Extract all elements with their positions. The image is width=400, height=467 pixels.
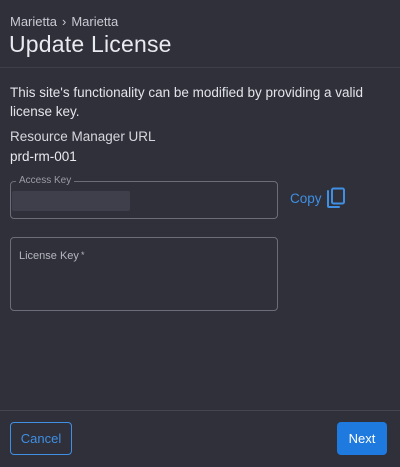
- page-title: Update License: [9, 31, 172, 57]
- breadcrumb-item-site[interactable]: Marietta: [10, 14, 57, 29]
- resource-manager-value: prd-rm-001: [10, 149, 77, 164]
- access-key-label: Access Key: [16, 175, 75, 186]
- copy-button-label: Copy: [290, 190, 322, 206]
- copy-icon: [326, 187, 345, 208]
- copy-button[interactable]: Copy: [290, 187, 346, 209]
- access-key-value-redacted: [12, 191, 130, 211]
- breadcrumb: Marietta › Marietta: [10, 14, 118, 29]
- footer-divider: [0, 410, 400, 411]
- license-key-label: License Key *: [19, 250, 84, 262]
- license-key-label-text: License Key: [19, 250, 79, 262]
- breadcrumb-item-current: Marietta: [71, 14, 119, 29]
- page-description: This site's functionality can be modifie…: [10, 85, 364, 119]
- title-divider: [0, 67, 400, 68]
- update-license-panel: Marietta › Marietta Update License This …: [0, 0, 400, 467]
- required-marker: *: [80, 250, 85, 260]
- cancel-button[interactable]: Cancel: [10, 422, 72, 455]
- next-button[interactable]: Next: [337, 422, 387, 455]
- license-key-field[interactable]: [10, 237, 278, 311]
- breadcrumb-separator: ›: [61, 14, 67, 29]
- resource-manager-label: Resource Manager URL: [10, 129, 156, 144]
